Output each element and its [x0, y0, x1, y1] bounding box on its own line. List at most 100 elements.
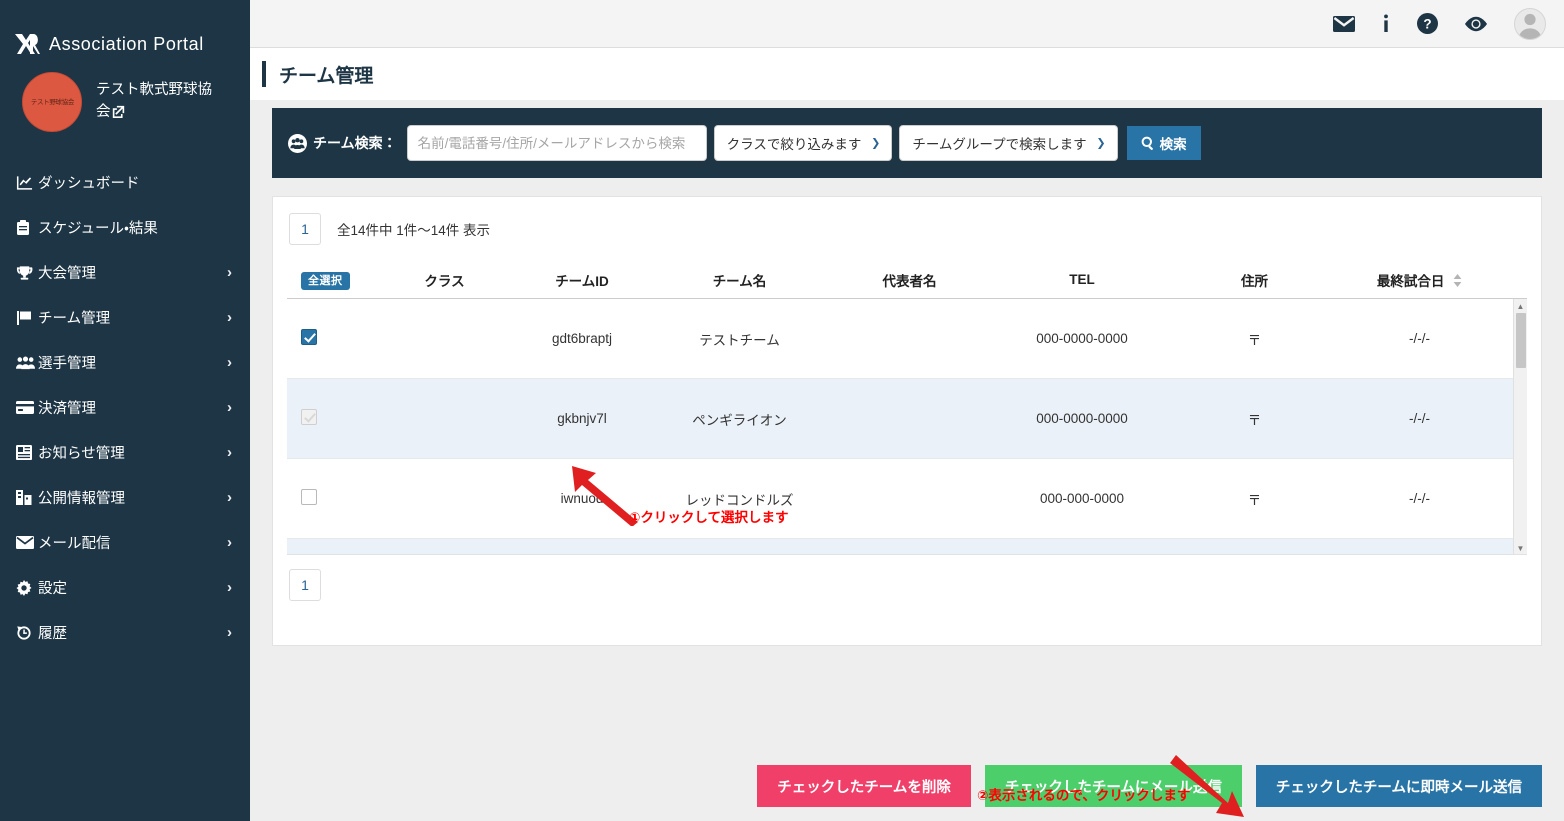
chevron-down-icon: ❯ — [1096, 137, 1105, 150]
pager-top: 1 全14件中 1件〜14件 表示 — [287, 213, 1527, 245]
row-checkbox[interactable] — [301, 329, 317, 345]
brand-name: Association Portal — [49, 34, 204, 55]
sidebar-item-label: 設定 — [38, 577, 227, 598]
scroll-up-arrow[interactable]: ▲ — [1514, 299, 1527, 313]
group-filter-select[interactable]: チームグループで検索します ❯ — [899, 125, 1117, 161]
org-block[interactable]: テスト野球協会 テスト軟式野球協会 — [0, 58, 250, 148]
search-button[interactable]: 検索 — [1127, 126, 1201, 160]
content-area: チーム検索： クラスで絞り込みます ❯ チームグループで検索します ❯ 検索 — [250, 100, 1564, 821]
sidebar-item-mail[interactable]: メール配信 › — [0, 520, 250, 565]
chevron-right-icon: › — [227, 399, 232, 416]
column-header-representative[interactable]: 代表者名 — [827, 270, 992, 290]
info-icon[interactable] — [1381, 14, 1391, 34]
pagination-page-1[interactable]: 1 — [289, 213, 321, 245]
sidebar-item-schedule[interactable]: スケジュール・結果 — [0, 205, 250, 250]
sidebar: Association Portal テスト野球協会 テスト軟式野球協会 ダッシ… — [0, 0, 250, 821]
sidebar-item-label: 選手管理 — [38, 352, 227, 373]
app-root: Association Portal テスト野球協会 テスト軟式野球協会 ダッシ… — [0, 0, 1564, 821]
brand[interactable]: Association Portal — [0, 0, 250, 58]
cell-team-id: gdt6braptj — [512, 331, 652, 346]
instant-mail-checked-teams-button[interactable]: チェックしたチームに即時メール送信 — [1256, 765, 1542, 807]
building-icon — [16, 490, 38, 505]
table-row[interactable]: 〒 — [287, 539, 1527, 555]
sidebar-item-settings[interactable]: 設定 › — [0, 565, 250, 610]
pagination-page-1-bottom[interactable]: 1 — [289, 569, 321, 601]
newspaper-icon — [16, 445, 38, 460]
search-button-label: 検索 — [1160, 133, 1187, 153]
search-label-group: チーム検索： — [288, 133, 397, 153]
cell-tel: 000-0000-0000 — [992, 331, 1172, 346]
table-header-row: 全選択 クラス チームID チーム名 代表者名 TEL 住所 最終試合日 — [287, 261, 1527, 299]
cell-last-match: -/-/- — [1337, 491, 1502, 506]
column-header-address[interactable]: 住所 — [1172, 270, 1337, 290]
action-button-row: チェックしたチームを削除 チェックしたチームにメール送信 チェックしたチームに即… — [757, 765, 1542, 807]
result-count-text: 全14件中 1件〜14件 表示 — [337, 219, 490, 239]
cell-address: 〒 — [1172, 489, 1337, 509]
search-input[interactable] — [407, 125, 707, 161]
clipboard-icon — [16, 220, 38, 236]
sidebar-item-tournament[interactable]: 大会管理 › — [0, 250, 250, 295]
row-checkbox[interactable] — [301, 489, 317, 505]
column-header-class[interactable]: クラス — [377, 270, 512, 290]
search-icon — [1141, 136, 1155, 150]
row-select-cell — [287, 489, 377, 508]
chevron-down-icon: ❯ — [871, 137, 880, 150]
trophy-icon — [16, 265, 38, 281]
help-circle-icon[interactable]: ? — [1417, 13, 1438, 34]
cell-tel: 000-000-0000 — [992, 491, 1172, 506]
sidebar-nav: ダッシュボード スケジュール・結果 大会管理 › — [0, 160, 250, 655]
column-header-tel[interactable]: TEL — [992, 272, 1172, 287]
sidebar-item-public-info[interactable]: 公開情報管理 › — [0, 475, 250, 520]
sidebar-item-label: チーム管理 — [38, 307, 227, 328]
mail-checked-teams-button[interactable]: チェックしたチームにメール送信 — [985, 765, 1242, 807]
row-checkbox[interactable] — [301, 409, 317, 425]
table-scrollbar[interactable]: ▲ ▼ — [1513, 299, 1527, 555]
sidebar-item-payment[interactable]: 決済管理 › — [0, 385, 250, 430]
cell-address: 〒 — [1172, 329, 1337, 349]
sidebar-item-dashboard[interactable]: ダッシュボード — [0, 160, 250, 205]
delete-checked-teams-button[interactable]: チェックしたチームを削除 — [757, 765, 971, 807]
scroll-down-arrow[interactable]: ▼ — [1514, 541, 1527, 555]
cell-team-name: レッドコンドルズ — [652, 489, 827, 509]
search-panel: チーム検索： クラスで絞り込みます ❯ チームグループで検索します ❯ 検索 — [272, 108, 1542, 178]
sidebar-item-label: スケジュール・結果 — [38, 217, 232, 238]
sidebar-item-label: 公開情報管理 — [38, 487, 227, 508]
class-filter-select[interactable]: クラスで絞り込みます ❯ — [714, 125, 893, 161]
column-header-last-match[interactable]: 最終試合日 — [1337, 270, 1502, 290]
team-list-card: 1 全14件中 1件〜14件 表示 全選択 クラス チームID チーム名 代表者… — [272, 196, 1542, 646]
cell-team-name: ペンギライオン — [652, 409, 827, 429]
select-all-button[interactable]: 全選択 — [301, 272, 350, 290]
table-row[interactable]: gkbnjv7l ペンギライオン 000-0000-0000 〒 -/-/- — [287, 379, 1527, 459]
cell-team-name: テストチーム — [652, 329, 827, 349]
users-icon — [16, 356, 38, 370]
scrollbar-thumb[interactable] — [1516, 313, 1526, 368]
sidebar-item-notice[interactable]: お知らせ管理 › — [0, 430, 250, 475]
sidebar-item-player[interactable]: 選手管理 › — [0, 340, 250, 385]
sidebar-item-team[interactable]: チーム管理 › — [0, 295, 250, 340]
sort-icon — [1453, 274, 1462, 287]
envelope-icon[interactable] — [1333, 16, 1355, 32]
chevron-right-icon: › — [227, 444, 232, 461]
table-row[interactable]: gdt6braptj テストチーム 000-0000-0000 〒 -/-/- — [287, 299, 1527, 379]
column-header-team-name[interactable]: チーム名 — [652, 270, 827, 290]
table-body: gdt6braptj テストチーム 000-0000-0000 〒 -/-/- … — [287, 299, 1527, 555]
chevron-right-icon: › — [227, 354, 232, 371]
sidebar-item-label: 履歴 — [38, 622, 227, 643]
chevron-right-icon: › — [227, 489, 232, 506]
eye-icon[interactable] — [1464, 16, 1488, 32]
search-label-text: チーム検索： — [313, 133, 397, 153]
chart-line-icon — [16, 175, 38, 191]
org-avatar-label: テスト野球協会 — [30, 97, 73, 106]
column-header-team-id[interactable]: チームID — [512, 270, 652, 290]
org-name-wrap: テスト軟式野球協会 — [96, 80, 216, 124]
cell-last-match: -/-/- — [1337, 411, 1502, 426]
title-accent-bar — [262, 61, 266, 87]
svg-text:?: ? — [1423, 16, 1431, 31]
cell-address: 〒 — [1172, 409, 1337, 429]
table-row[interactable]: iwnuod レッドコンドルズ 000-000-0000 〒 -/-/- — [287, 459, 1527, 539]
sidebar-item-history[interactable]: 履歴 › — [0, 610, 250, 655]
class-filter-label: クラスで絞り込みます — [727, 133, 862, 153]
org-avatar: テスト野球協会 — [22, 72, 82, 132]
user-avatar-icon[interactable] — [1514, 8, 1546, 40]
main-area: ? チーム管理 — [250, 0, 1564, 821]
